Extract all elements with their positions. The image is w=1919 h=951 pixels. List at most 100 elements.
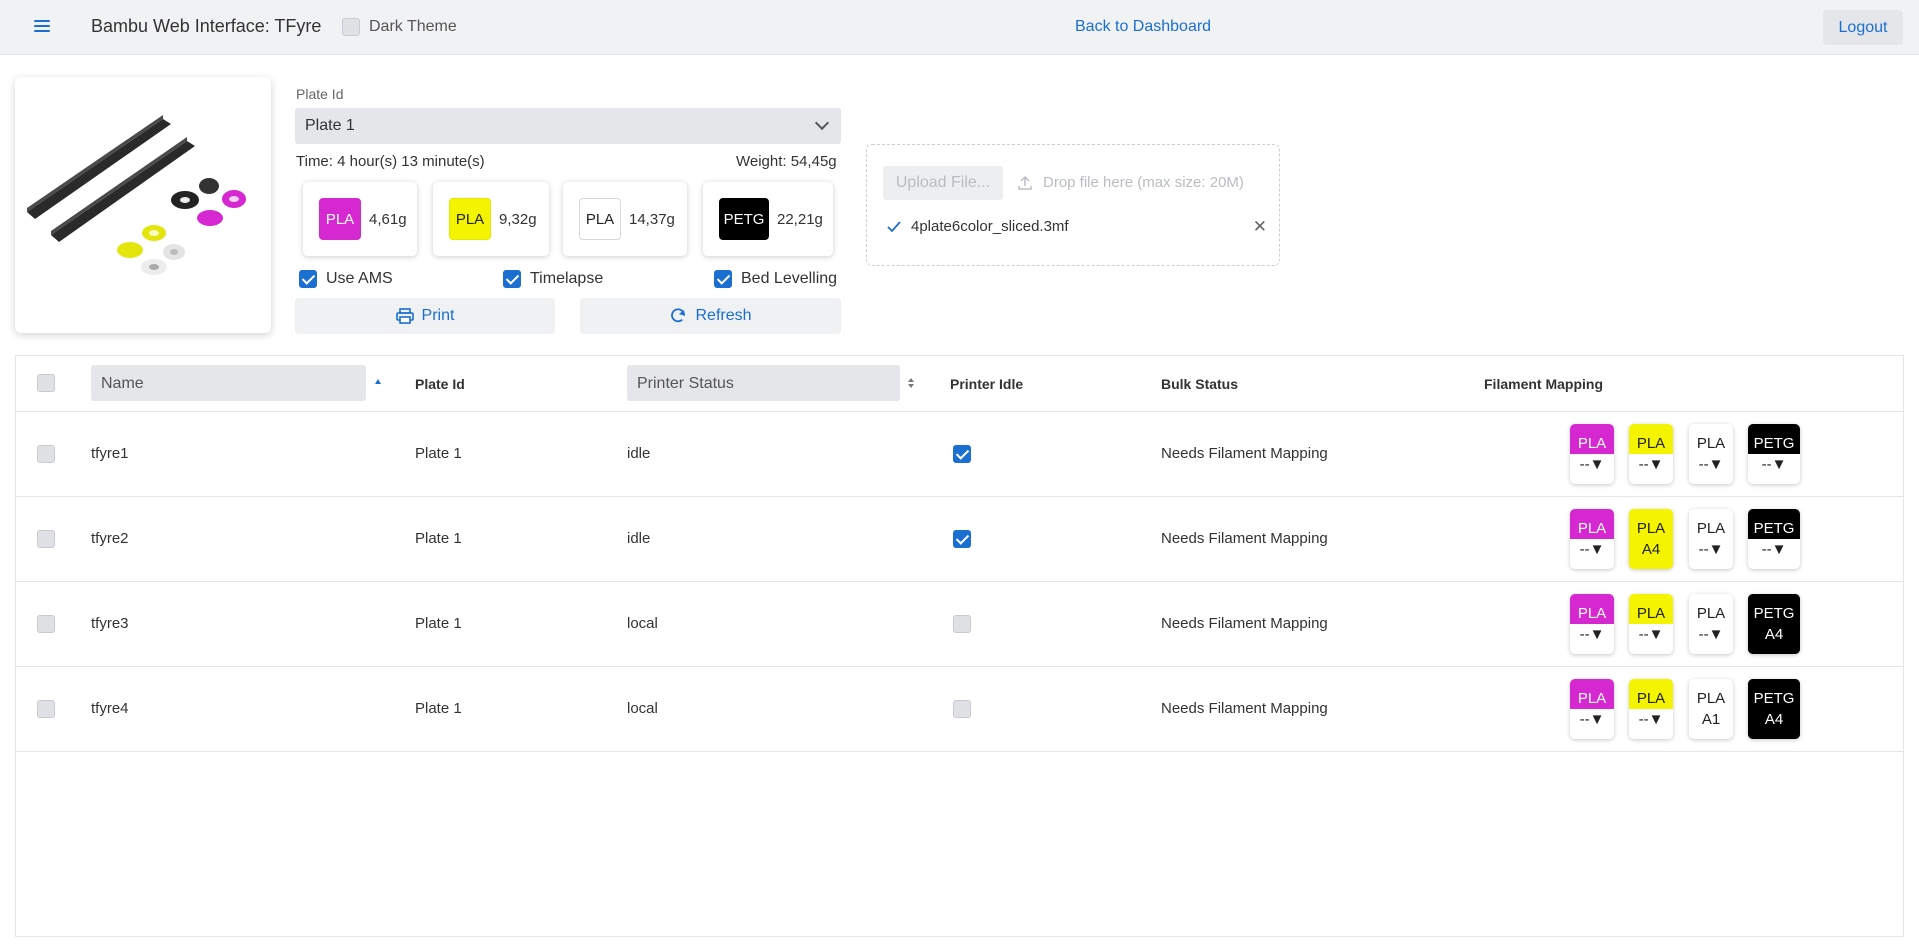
sort-ascending-icon[interactable] xyxy=(375,379,381,384)
printer-idle-column-header: Printer Idle xyxy=(950,376,1024,392)
name-column-header[interactable]: Name xyxy=(91,365,366,401)
chevron-down-icon xyxy=(814,115,830,131)
drop-text: Drop file here (max size: 20M) xyxy=(1043,174,1244,191)
filament-map-select[interactable]: PLA --▼ xyxy=(1570,424,1614,484)
print-button[interactable]: Print xyxy=(295,298,555,334)
dark-theme-label: Dark Theme xyxy=(369,18,457,35)
plate-id-cell: Plate 1 xyxy=(415,445,462,462)
printer-table: Name Plate Id Printer Status Printer Idl… xyxy=(15,355,1904,937)
file-upload-area[interactable]: Upload File... Drop file here (max size:… xyxy=(866,144,1280,266)
filament-card: PLA 14,37g xyxy=(563,182,687,256)
printer-name: tfyre3 xyxy=(91,615,129,632)
dark-theme-toggle[interactable]: Dark Theme xyxy=(342,18,457,36)
bed-levelling-checkbox[interactable] xyxy=(714,270,732,288)
filament-map-select[interactable]: PLA --▼ xyxy=(1629,679,1673,739)
bulk-status-cell: Needs Filament Mapping xyxy=(1161,700,1328,717)
filament-map-select[interactable]: PLA --▼ xyxy=(1629,424,1673,484)
filament-mapping-column-header: Filament Mapping xyxy=(1484,376,1603,392)
plate-id-cell: Plate 1 xyxy=(415,530,462,547)
refresh-label: Refresh xyxy=(695,307,752,324)
filament-map-select[interactable]: PETG A4 xyxy=(1748,594,1800,654)
check-icon xyxy=(887,220,901,232)
plate-id-cell: Plate 1 xyxy=(415,615,462,632)
row-select-checkbox[interactable] xyxy=(37,615,55,633)
printer-name: tfyre2 xyxy=(91,530,129,547)
printer-idle-checkbox[interactable] xyxy=(953,615,971,633)
table-row[interactable]: tfyre2 Plate 1 idle Needs Filament Mappi… xyxy=(16,497,1903,582)
row-select-checkbox[interactable] xyxy=(37,530,55,548)
name-header-label: Name xyxy=(101,375,144,392)
printer-status-cell: local xyxy=(627,615,658,632)
printer-name: tfyre4 xyxy=(91,700,129,717)
filament-card: PLA 9,32g xyxy=(433,182,549,256)
logout-button[interactable]: Logout xyxy=(1823,10,1903,45)
bulk-status-cell: Needs Filament Mapping xyxy=(1161,530,1328,547)
close-icon[interactable]: ✕ xyxy=(1253,217,1267,237)
filament-map-select[interactable]: PLA --▼ xyxy=(1570,509,1614,569)
print-label: Print xyxy=(421,307,455,324)
upload-file-button[interactable]: Upload File... xyxy=(883,166,1003,200)
filament-map-select[interactable]: PLA A1 xyxy=(1689,679,1733,739)
table-row[interactable]: tfyre1 Plate 1 idle Needs Filament Mappi… xyxy=(16,412,1903,497)
filament-map-select[interactable]: PETG A4 xyxy=(1748,679,1800,739)
sort-icon[interactable] xyxy=(907,378,915,390)
filament-map-select[interactable]: PETG --▼ xyxy=(1748,509,1800,569)
table-row[interactable]: tfyre4 Plate 1 local Needs Filament Mapp… xyxy=(16,667,1903,752)
plate-id-select[interactable]: Plate 1 xyxy=(295,108,841,144)
printer-status-cell: local xyxy=(627,700,658,717)
printer-idle-checkbox[interactable] xyxy=(953,700,971,718)
printer-idle-checkbox[interactable] xyxy=(953,445,971,463)
timelapse-checkbox[interactable] xyxy=(503,270,521,288)
filament-card: PETG 22,21g xyxy=(703,182,833,256)
use-ams-option[interactable]: Use AMS xyxy=(299,270,393,288)
filament-swatch: PLA xyxy=(449,198,491,240)
menu-icon[interactable] xyxy=(34,17,56,37)
uploaded-file-name: 4plate6color_sliced.3mf xyxy=(911,218,1069,235)
app-title: Bambu Web Interface: TFyre xyxy=(91,16,322,36)
printer-icon xyxy=(395,308,414,324)
filament-map-select[interactable]: PLA A4 xyxy=(1629,509,1673,569)
filament-map-select[interactable]: PETG --▼ xyxy=(1748,424,1800,484)
refresh-icon xyxy=(671,308,686,323)
bulk-status-cell: Needs Filament Mapping xyxy=(1161,615,1328,632)
filament-map-select[interactable]: PLA --▼ xyxy=(1689,509,1733,569)
filament-weight: 9,32g xyxy=(499,210,537,228)
dark-theme-checkbox[interactable] xyxy=(342,18,360,36)
filament-map-select[interactable]: PLA --▼ xyxy=(1689,424,1733,484)
filament-card: PLA 4,61g xyxy=(303,182,417,256)
uploaded-file: 4plate6color_sliced.3mf ✕ xyxy=(887,217,1267,237)
select-all-checkbox[interactable] xyxy=(37,374,55,392)
row-select-checkbox[interactable] xyxy=(37,700,55,718)
back-to-dashboard-link[interactable]: Back to Dashboard xyxy=(1075,18,1211,36)
filament-weight: 4,61g xyxy=(369,210,407,228)
top-bar: Bambu Web Interface: TFyre Dark Theme Ba… xyxy=(0,0,1919,55)
bed-levelling-label: Bed Levelling xyxy=(741,270,838,287)
bulk-status-cell: Needs Filament Mapping xyxy=(1161,445,1328,462)
printer-status-cell: idle xyxy=(627,530,651,547)
table-row[interactable]: tfyre3 Plate 1 local Needs Filament Mapp… xyxy=(16,582,1903,667)
filament-map-select[interactable]: PLA --▼ xyxy=(1629,594,1673,654)
bed-levelling-option[interactable]: Bed Levelling xyxy=(714,270,837,288)
printer-status-column-header[interactable]: Printer Status xyxy=(627,365,900,401)
printer-status-header-label: Printer Status xyxy=(637,375,734,392)
filament-weight: 22,21g xyxy=(777,210,823,228)
plate-id-column-header: Plate Id xyxy=(415,376,465,392)
timelapse-option[interactable]: Timelapse xyxy=(503,270,603,288)
printer-idle-checkbox[interactable] xyxy=(953,530,971,548)
use-ams-label: Use AMS xyxy=(326,270,393,287)
filament-weight: 14,37g xyxy=(629,210,675,228)
table-header: Name Plate Id Printer Status Printer Idl… xyxy=(16,356,1903,412)
filament-swatch: PLA xyxy=(319,198,361,240)
filament-map-select[interactable]: PLA --▼ xyxy=(1570,679,1614,739)
printer-status-cell: idle xyxy=(627,445,651,462)
refresh-button[interactable]: Refresh xyxy=(580,298,841,334)
timelapse-label: Timelapse xyxy=(530,270,604,287)
model-preview-icon xyxy=(27,115,246,275)
filament-map-select[interactable]: PLA --▼ xyxy=(1689,594,1733,654)
plate-id-cell: Plate 1 xyxy=(415,700,462,717)
filament-map-select[interactable]: PLA --▼ xyxy=(1570,594,1614,654)
use-ams-checkbox[interactable] xyxy=(299,270,317,288)
row-select-checkbox[interactable] xyxy=(37,445,55,463)
drop-zone[interactable]: Drop file here (max size: 20M) xyxy=(1017,174,1244,191)
plate-id-label: Plate Id xyxy=(296,86,344,102)
